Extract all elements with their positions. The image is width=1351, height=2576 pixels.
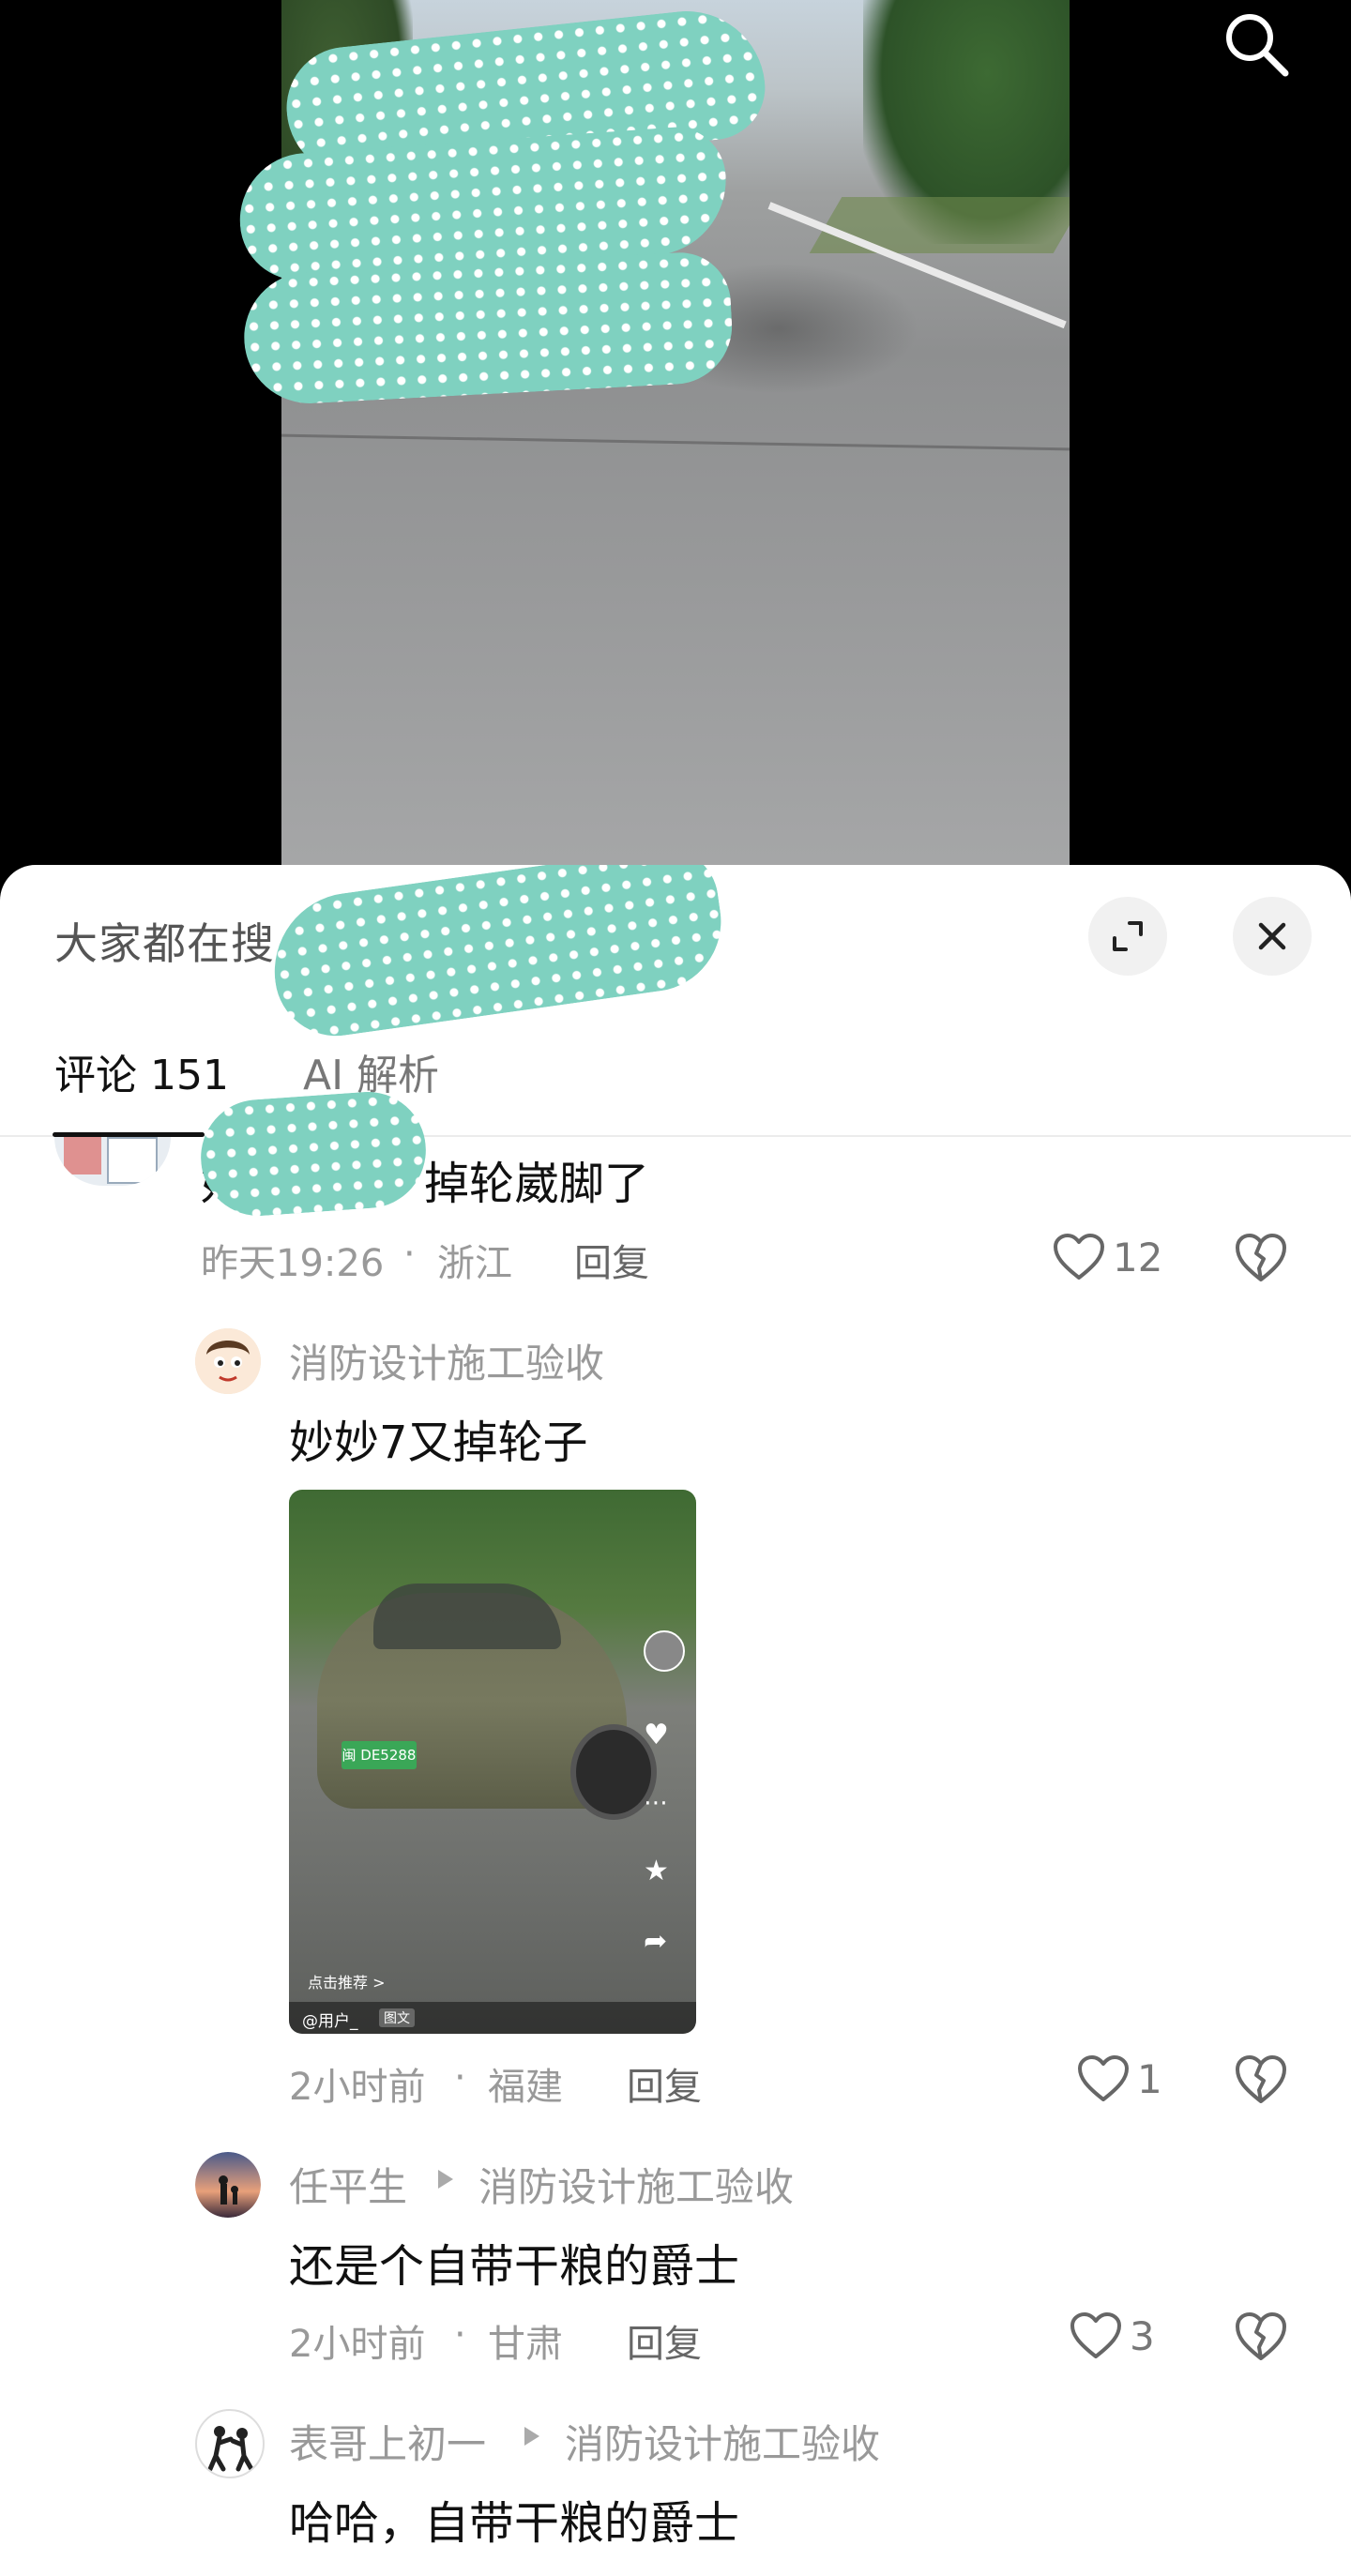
like-count: 12 <box>1113 1234 1163 1280</box>
comment-author[interactable]: 任平生 <box>289 2156 407 2213</box>
like-count: 3 <box>1130 2312 1155 2359</box>
heart-icon: ♥ <box>644 1719 669 1751</box>
heart-icon <box>1054 1234 1104 1280</box>
comment-text: 还是个自带干粮的爵士 <box>289 2240 740 2293</box>
like-button[interactable]: 3 <box>1070 2308 1155 2364</box>
avatar[interactable] <box>195 2409 265 2478</box>
reply-to-author[interactable]: 消防设计施工验收 <box>565 2413 880 2470</box>
comment-location: 浙江 <box>437 1242 512 1285</box>
broken-heart-icon[interactable] <box>1233 2308 1289 2364</box>
close-button[interactable] <box>1233 897 1312 976</box>
license-plate: 闽 DE5288 <box>342 1741 417 1769</box>
heart-icon <box>1078 2055 1129 2101</box>
reply-button[interactable]: 回复 <box>627 2313 702 2368</box>
censor-scribble <box>240 250 736 407</box>
like-button[interactable]: 12 <box>1053 1229 1162 1285</box>
comment-location: 福建 <box>488 2066 563 2109</box>
like-count: 1 <box>1137 2055 1162 2102</box>
meta-separator: · <box>403 1233 416 1276</box>
meta-separator: · <box>454 2056 466 2099</box>
comment-time: 昨天19:26 <box>201 1242 385 1285</box>
reply-button[interactable]: 回复 <box>574 1233 649 1287</box>
image-side-buttons: ♥ ⋯ ★ ➦ <box>644 1630 685 2006</box>
broken-heart-icon[interactable] <box>1233 2051 1289 2107</box>
comment-text: 掉轮崴脚了 <box>424 1158 650 1210</box>
sheet-header: 大家都在搜 <box>0 865 1351 1044</box>
tab-comments[interactable]: 评论 151 <box>54 1041 229 1101</box>
expand-button[interactable] <box>1088 897 1167 976</box>
reply-button[interactable]: 回复 <box>627 2056 702 2111</box>
comment-image[interactable]: 闽 DE5288 ♥ ⋯ ★ ➦ 点击推荐 > @用户_ 图文 <box>289 1490 696 2034</box>
comment-time: 2小时前 <box>289 2323 426 2366</box>
tab-comments-count: 151 <box>150 1052 229 1099</box>
tab-comments-label: 评论 <box>54 1052 137 1099</box>
play-arrow-icon <box>438 2170 453 2189</box>
comment-time: 2小时前 <box>289 2066 426 2109</box>
broken-heart-icon[interactable] <box>1233 1229 1289 1285</box>
search-icon <box>1226 14 1289 77</box>
grass-verge <box>809 197 1070 253</box>
car-windshield <box>373 1583 561 1649</box>
image-footer: @用户_ 图文 <box>289 2002 696 2034</box>
comment-text: 妙妙7又掉轮子 <box>289 1417 588 1469</box>
comment-location: 甘肃 <box>488 2323 563 2366</box>
image-tag: 图文 <box>379 2008 415 2027</box>
reply-to-author[interactable]: 消防设计施工验收 <box>478 2156 794 2213</box>
road-crack <box>281 433 1070 451</box>
censor-scribble <box>196 1087 431 1220</box>
video-player[interactable] <box>0 0 1351 882</box>
image-user: @用户_ <box>302 2012 358 2031</box>
photo-thumbnail-tile <box>107 1137 158 1184</box>
photo-thumbnail-avatar <box>64 1137 101 1174</box>
search-button[interactable] <box>1220 8 1295 83</box>
comment-author[interactable]: 消防设计施工验收 <box>289 1332 604 1389</box>
share-icon: ➦ <box>644 1925 668 1958</box>
star-icon: ★ <box>644 1855 669 1887</box>
play-arrow-icon <box>524 2427 539 2446</box>
bottom-fade <box>0 2548 1351 2576</box>
search-suggestion[interactable]: 大家都在搜 <box>54 910 275 972</box>
heart-icon <box>1070 2312 1121 2358</box>
avatar-small <box>644 1630 685 1672</box>
sunset-silhouette-avatar <box>195 2152 261 2218</box>
cartoon-boy-avatar <box>195 1328 261 1394</box>
avatar[interactable] <box>195 1328 261 1394</box>
fighting-figures-avatar <box>207 2426 254 2472</box>
recommend-label: 点击推荐 > <box>308 1974 386 1992</box>
avatar[interactable] <box>195 2152 261 2218</box>
comment-author[interactable]: 表哥上初一 <box>289 2413 486 2470</box>
close-icon <box>1258 922 1286 950</box>
comment-text: 哈哈，自带干粮的爵士 <box>289 2497 740 2550</box>
tab-bar: 评论 151 AI 解析 <box>0 1006 1351 1137</box>
expand-icon <box>1113 921 1143 951</box>
more-icon: ⋯ <box>644 1789 668 1817</box>
like-button[interactable]: 1 <box>1077 2051 1162 2107</box>
meta-separator: · <box>454 2313 466 2356</box>
